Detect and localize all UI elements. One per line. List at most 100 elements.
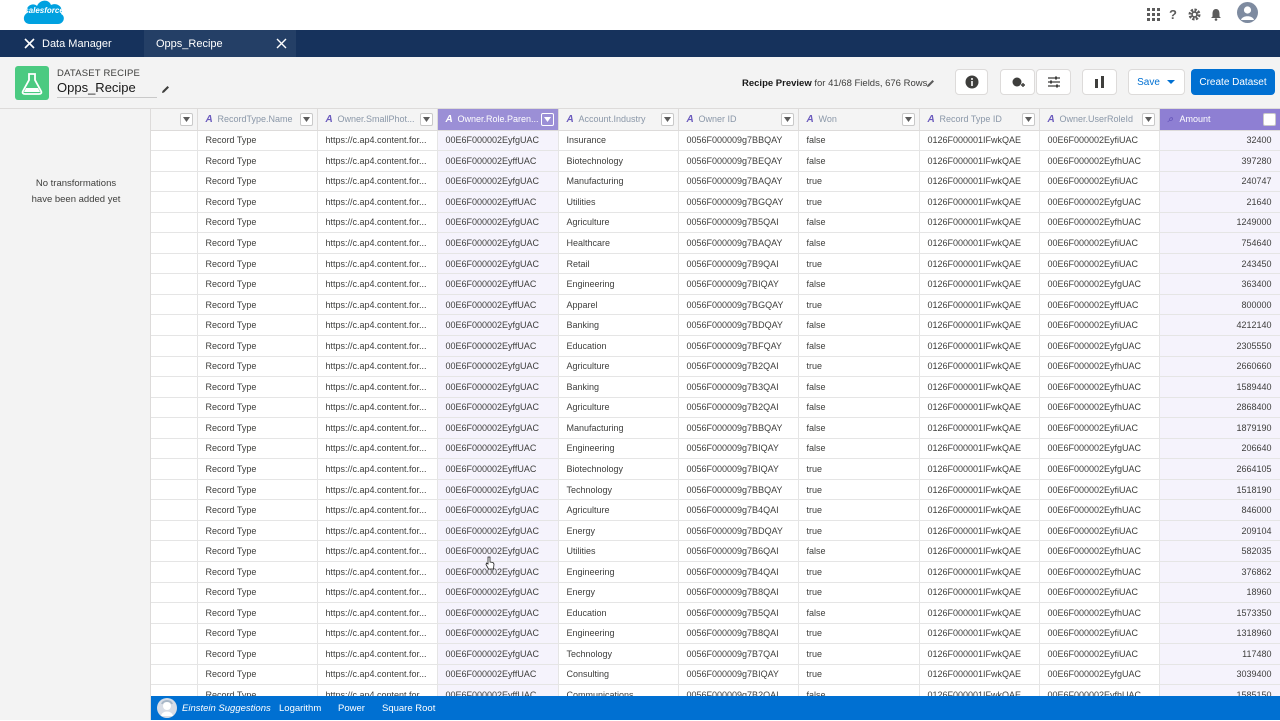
table-cell: 0056F000009g7B2QAI (678, 356, 799, 378)
table-cell: 800000 (1159, 294, 1280, 316)
close-icon[interactable] (276, 38, 287, 49)
row-gutter-cell (151, 499, 198, 521)
save-button[interactable]: Save (1128, 69, 1185, 95)
suggestion-logarithm[interactable]: Logarithm (279, 703, 321, 714)
table-row: Record Type https://c.ap4.content.for... 0… (151, 602, 1280, 624)
table-cell: 18960 (1159, 582, 1280, 604)
column-header[interactable]: A RecordType.Name (197, 109, 318, 131)
column-header[interactable]: ⌕ Amount (1159, 109, 1280, 131)
chevron-down-icon[interactable] (419, 113, 433, 126)
recipe-preview-detail: for 41/68 Fields, 676 Rows (814, 78, 928, 89)
help-icon[interactable]: ? (1165, 6, 1181, 22)
table-cell: Agriculture (558, 499, 679, 521)
table-cell: true (798, 171, 920, 193)
table-cell: https://c.ap4.content.for... (317, 417, 438, 439)
table-cell: 21640 (1159, 191, 1280, 213)
chevron-down-icon[interactable] (1021, 113, 1035, 126)
table-row: Record Type https://c.ap4.content.for... 0… (151, 171, 1280, 193)
add-node-button[interactable] (1000, 69, 1035, 95)
logo-text: salesforce (24, 6, 64, 15)
table-cell: Manufacturing (558, 171, 679, 193)
gear-icon[interactable] (1186, 6, 1202, 22)
row-gutter-cell (151, 438, 198, 460)
table-cell: 2664105 (1159, 458, 1280, 480)
tab-opps-recipe[interactable]: Opps_Recipe (144, 30, 296, 57)
table-cell: 00E6F000002EyfiUAC (1039, 253, 1160, 275)
table-cell: https://c.ap4.content.for... (317, 232, 438, 254)
app-launcher-icon[interactable] (1145, 6, 1161, 22)
suggestion-square-root[interactable]: Square Root (382, 703, 435, 714)
table-row: Record Type https://c.ap4.content.for... 0… (151, 438, 1280, 460)
table-cell: 0056F000009g7BAQAY (678, 232, 799, 254)
row-gutter-cell (151, 684, 198, 696)
text-type-icon: A (566, 113, 574, 125)
table-cell: true (798, 253, 920, 275)
column-header-label: Owner.UserRoleId (1059, 113, 1134, 124)
column-header[interactable]: A Owner.UserRoleId (1039, 109, 1160, 131)
table-cell: Record Type (197, 253, 318, 275)
pencil-icon[interactable] (161, 85, 170, 94)
table-cell: 0056F000009g7B5QAI (678, 212, 799, 234)
table-cell: 0056F000009g7BDQAY (678, 314, 799, 336)
table-cell: Engineering (558, 273, 679, 295)
table-row: Record Type https://c.ap4.content.for... 0… (151, 684, 1280, 696)
table-row: Record Type https://c.ap4.content.for... 0… (151, 540, 1280, 562)
column-header-row: A RecordType.Name A Owner.SmallPhot... A Owne… (151, 109, 1280, 131)
table-cell: 00E6F000002EyffUAC (437, 273, 559, 295)
suggestion-power[interactable]: Power (338, 703, 365, 714)
table-cell: Record Type (197, 212, 318, 234)
column-header[interactable]: A Won (798, 109, 920, 131)
chevron-down-icon[interactable] (540, 113, 554, 126)
chevron-down-icon[interactable] (299, 113, 313, 126)
table-cell: false (798, 684, 920, 696)
create-dataset-button[interactable]: Create Dataset (1191, 69, 1275, 95)
table-cell: https://c.ap4.content.for... (317, 376, 438, 398)
table-cell: https://c.ap4.content.for... (317, 602, 438, 624)
row-gutter-cell (151, 397, 198, 419)
table-cell: 0056F000009g7BGQAY (678, 294, 799, 316)
row-gutter-cell (151, 171, 198, 193)
empty-message-line: No transformations (35, 178, 117, 189)
table-cell: 00E6F000002EyffUAC (437, 458, 559, 480)
table-cell: Communications (558, 684, 679, 696)
pencil-icon[interactable] (926, 79, 935, 88)
column-settings-button[interactable] (1036, 69, 1071, 95)
column-profile-button[interactable] (1082, 69, 1117, 95)
chevron-down-icon[interactable] (660, 113, 674, 126)
chevron-down-icon[interactable] (780, 113, 794, 126)
info-button[interactable] (955, 69, 988, 95)
column-header[interactable]: A Record Type ID (919, 109, 1040, 131)
table-cell: 0126F000001IFwkQAE (919, 438, 1040, 460)
column-header-blank[interactable] (151, 109, 198, 131)
column-header[interactable]: A Owner ID (678, 109, 799, 131)
table-cell: 0056F000009g7BIQAY (678, 458, 799, 480)
measure-icon: ⌕ (1167, 113, 1174, 125)
chevron-down-icon[interactable] (1141, 113, 1155, 126)
table-cell: https://c.ap4.content.for... (317, 540, 438, 562)
recipe-preview-grid[interactable]: A RecordType.Name A Owner.SmallPhot... A Owne… (151, 109, 1280, 696)
salesforce-logo[interactable]: salesforce (22, 0, 66, 26)
einstein-suggestions-bar: Einstein Suggestions Logarithm Power Squ… (151, 696, 1280, 720)
chevron-down-icon[interactable] (179, 113, 193, 126)
table-cell: Technology (558, 479, 679, 501)
user-avatar[interactable] (1237, 2, 1258, 23)
einstein-icon (157, 698, 177, 718)
table-cell: 00E6F000002EyfgUAC (437, 253, 559, 275)
table-cell: 00E6F000002EyfgUAC (437, 376, 559, 398)
table-cell: 0126F000001IFwkQAE (919, 356, 1040, 378)
column-header[interactable]: A Owner.SmallPhot... (317, 109, 438, 131)
column-header[interactable]: A Account.Industry (558, 109, 679, 131)
chevron-down-icon[interactable] (901, 113, 915, 126)
column-header[interactable]: A Owner.Role.Paren... (437, 109, 559, 131)
text-type-icon: A (1047, 113, 1055, 125)
bell-icon[interactable] (1208, 6, 1224, 22)
table-cell: https://c.ap4.content.for... (317, 273, 438, 295)
table-cell: 0056F000009g7B4QAI (678, 561, 799, 583)
chevron-down-icon[interactable] (1262, 113, 1276, 126)
table-row: Record Type https://c.ap4.content.for... 0… (151, 499, 1280, 521)
row-gutter-cell (151, 479, 198, 501)
tab-data-manager[interactable]: Data Manager (0, 30, 144, 57)
table-cell: Record Type (197, 540, 318, 562)
recipe-name-field[interactable]: Opps_Recipe (57, 80, 157, 98)
table-cell: 0126F000001IFwkQAE (919, 171, 1040, 193)
